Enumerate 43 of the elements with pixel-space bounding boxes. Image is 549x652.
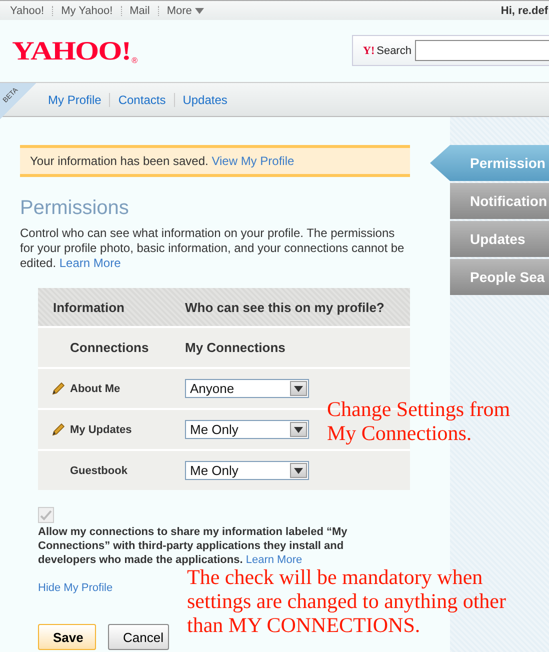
side-tab[interactable]: Notification [450, 183, 549, 219]
cancel-button[interactable]: Cancel [108, 624, 169, 650]
logo[interactable]: YAHOO! [12, 36, 131, 66]
nav-link[interactable]: Updates [174, 92, 236, 106]
save-button[interactable]: Save [38, 624, 96, 650]
top-link[interactable]: Yahoo! [10, 4, 44, 16]
greeting: Hi, re.def [500, 4, 548, 16]
visibility-dropdown[interactable]: Me Only [185, 420, 309, 439]
visibility-dropdown[interactable]: Anyone [185, 379, 309, 398]
beta-ribbon [0, 83, 36, 119]
description: Control who can see what information on your profile. The permissions for your profile photo, basic information, and your connections cannot be edited. Learn More [20, 226, 406, 271]
dropdown-arrow-icon [294, 468, 303, 474]
row-label: Guestbook [70, 464, 128, 476]
top-link[interactable]: Mail [130, 4, 150, 16]
hide-profile-link[interactable]: Hide My Profile [38, 582, 113, 594]
dropdown-arrow-icon [294, 386, 303, 392]
learn-more-link[interactable]: Learn More [59, 256, 121, 270]
row-label: My Updates [70, 424, 132, 436]
share-text: Allow my connections to share my information labeled “My Connections” with third-party applications they install and developers who made the applications. Learn More [38, 525, 348, 567]
annotation-note: The check will be mandatory when settings are changed to anything other than MY CONNECTIONS. [187, 565, 507, 637]
row-value: My Connections [185, 340, 286, 354]
registered-mark: ® [132, 56, 138, 64]
side-tab[interactable]: Permission [430, 145, 549, 181]
view-profile-link[interactable]: View My Profile [212, 154, 294, 168]
nav-link[interactable]: My Profile [40, 92, 110, 106]
visibility-dropdown[interactable]: Me Only [185, 461, 309, 480]
page-title: Permissions [20, 197, 130, 220]
row-label: Connections [70, 340, 149, 355]
top-link[interactable]: My Yahoo! [61, 4, 113, 16]
column-header: Who can see this on my profile? [185, 300, 386, 314]
search-field[interactable] [415, 40, 549, 61]
side-tab[interactable]: Updates [450, 221, 549, 257]
search-logo: Y! [363, 44, 375, 56]
saved-notice: Your information has been saved. View My Profile [20, 145, 410, 177]
side-tab[interactable]: People Sea [450, 259, 549, 295]
row-label: About Me [70, 382, 120, 394]
more-menu[interactable]: More [166, 4, 204, 16]
dropdown-arrow-icon [294, 426, 303, 432]
search-label: Search [376, 44, 412, 56]
caret-icon [194, 8, 204, 14]
nav-link[interactable]: Contacts [110, 92, 175, 106]
annotation-note: Change Settings from My Connections. [327, 397, 512, 445]
column-header: Information [52, 300, 126, 314]
